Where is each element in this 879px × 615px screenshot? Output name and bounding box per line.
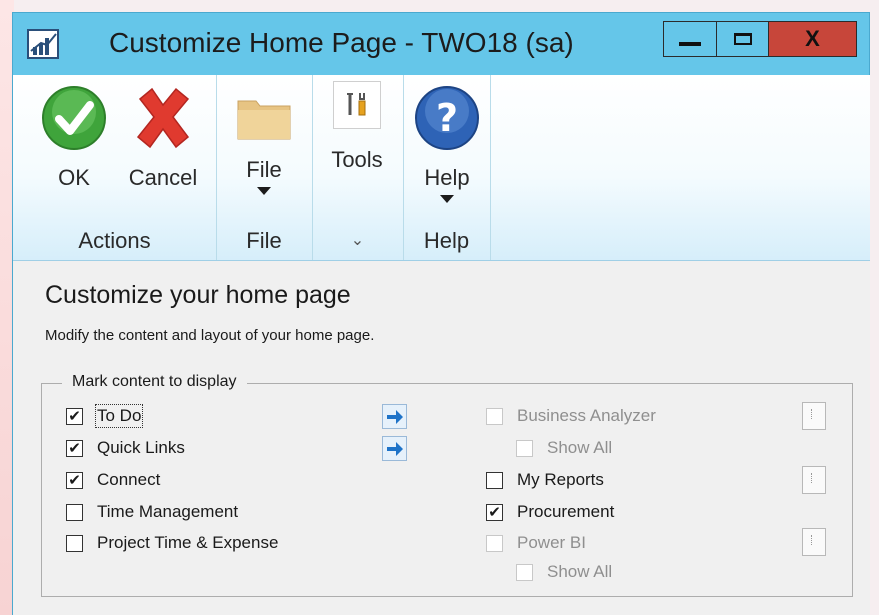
- page-description: Modify the content and layout of your ho…: [45, 327, 375, 344]
- checkbox-box[interactable]: [486, 471, 503, 489]
- maximize-button[interactable]: [717, 21, 769, 57]
- tools-label: Tools: [331, 147, 383, 172]
- minimize-button[interactable]: [663, 21, 717, 57]
- tools-icon: [333, 81, 381, 129]
- file-button[interactable]: File: [229, 93, 299, 195]
- checkbox-box[interactable]: [66, 534, 83, 552]
- checkbox-box[interactable]: ✔: [66, 471, 83, 489]
- checkbox-label: To Do: [94, 404, 144, 428]
- checkbox-power-bi-show-all[interactable]: Show All: [516, 562, 612, 582]
- file-group-label: File: [246, 228, 282, 253]
- checkbox-quick-links[interactable]: ✔ Quick Links: [66, 438, 185, 458]
- content-options-group: Mark content to display ✔ To Do ✔ Quick …: [41, 373, 853, 597]
- checkbox-business-analyzer-show-all[interactable]: Show All: [516, 438, 612, 458]
- window-title: Customize Home Page - TWO18 (sa): [109, 27, 574, 58]
- to-do-go-button[interactable]: [382, 404, 407, 429]
- svg-text:?: ?: [436, 96, 458, 140]
- ok-check-icon: [42, 86, 106, 150]
- minimize-icon: [679, 42, 701, 46]
- checkbox-project-time-expense[interactable]: Project Time & Expense: [66, 533, 278, 553]
- checkbox-time-management[interactable]: Time Management: [66, 502, 238, 522]
- tools-button[interactable]: Tools: [322, 81, 392, 173]
- power-bi-properties-button[interactable]: [802, 528, 826, 556]
- customize-home-page-window: Customize Home Page - TWO18 (sa) X OK Ca…: [12, 12, 870, 615]
- checkbox-label: Power BI: [517, 533, 586, 552]
- checkbox-label: Project Time & Expense: [97, 533, 279, 552]
- checkbox-box[interactable]: ✔: [66, 407, 83, 425]
- checkbox-box[interactable]: [486, 407, 503, 425]
- arrow-right-icon: [386, 409, 403, 424]
- checkbox-label: Quick Links: [97, 438, 185, 457]
- ribbon-group-help: ? Help Help: [403, 75, 491, 260]
- checkbox-label: Connect: [97, 470, 161, 489]
- cancel-label: Cancel: [128, 165, 198, 190]
- title-bar[interactable]: Customize Home Page - TWO18 (sa) X: [13, 13, 869, 75]
- ribbon-group-tools: Tools ⌄: [312, 75, 404, 260]
- help-button[interactable]: ? Help: [412, 85, 482, 203]
- checkbox-box[interactable]: ✔: [66, 439, 83, 457]
- tools-group-launcher[interactable]: ⌄: [312, 230, 403, 250]
- checkbox-label: Business Analyzer: [517, 406, 656, 425]
- close-icon: X: [805, 26, 820, 51]
- ribbon: OK Cancel Actions File File Tools ⌄ ? He…: [13, 75, 870, 261]
- cancel-button[interactable]: Cancel: [123, 85, 203, 191]
- actions-group-label: Actions: [78, 228, 151, 253]
- app-chart-icon: [27, 29, 59, 59]
- quick-links-go-button[interactable]: [382, 436, 407, 461]
- ok-button[interactable]: OK: [39, 85, 109, 191]
- help-group-label: Help: [423, 228, 470, 253]
- checkbox-connect[interactable]: ✔ Connect: [66, 470, 160, 490]
- help-label: Help: [424, 165, 470, 190]
- checkbox-box[interactable]: [516, 439, 533, 457]
- maximize-icon: [733, 33, 752, 45]
- checkbox-my-reports[interactable]: My Reports: [486, 470, 604, 490]
- checkbox-box[interactable]: [486, 534, 503, 552]
- checkbox-label: Time Management: [97, 502, 239, 521]
- checkbox-label: Show All: [547, 438, 613, 457]
- file-dropdown-icon: [257, 187, 271, 195]
- help-icon: ?: [415, 86, 479, 150]
- ok-label: OK: [58, 165, 90, 190]
- checkbox-box[interactable]: ✔: [486, 503, 503, 521]
- content-area: Customize your home page Modify the cont…: [13, 261, 870, 615]
- checkbox-label: My Reports: [517, 470, 604, 489]
- my-reports-properties-button[interactable]: [802, 466, 826, 494]
- checkbox-business-analyzer[interactable]: Business Analyzer: [486, 406, 656, 426]
- ribbon-group-file: File File: [216, 75, 313, 260]
- group-legend: Mark content to display: [62, 373, 247, 391]
- help-dropdown-icon: [440, 195, 454, 203]
- checkbox-to-do[interactable]: ✔ To Do: [66, 404, 144, 428]
- business-analyzer-properties-button[interactable]: [802, 402, 826, 430]
- checkbox-power-bi[interactable]: Power BI: [486, 533, 586, 553]
- checkbox-box[interactable]: [516, 563, 533, 581]
- file-label: File: [246, 157, 282, 182]
- arrow-right-icon: [386, 441, 403, 456]
- close-button[interactable]: X: [769, 21, 857, 57]
- checkbox-label: Procurement: [517, 502, 615, 521]
- checkbox-procurement[interactable]: ✔ Procurement: [486, 502, 614, 522]
- checkbox-label: Show All: [547, 562, 613, 581]
- folder-icon: [237, 100, 291, 140]
- page-heading: Customize your home page: [45, 281, 351, 309]
- ribbon-group-actions: OK Cancel Actions: [13, 75, 217, 260]
- cancel-x-icon: [136, 87, 190, 149]
- checkbox-box[interactable]: [66, 503, 83, 521]
